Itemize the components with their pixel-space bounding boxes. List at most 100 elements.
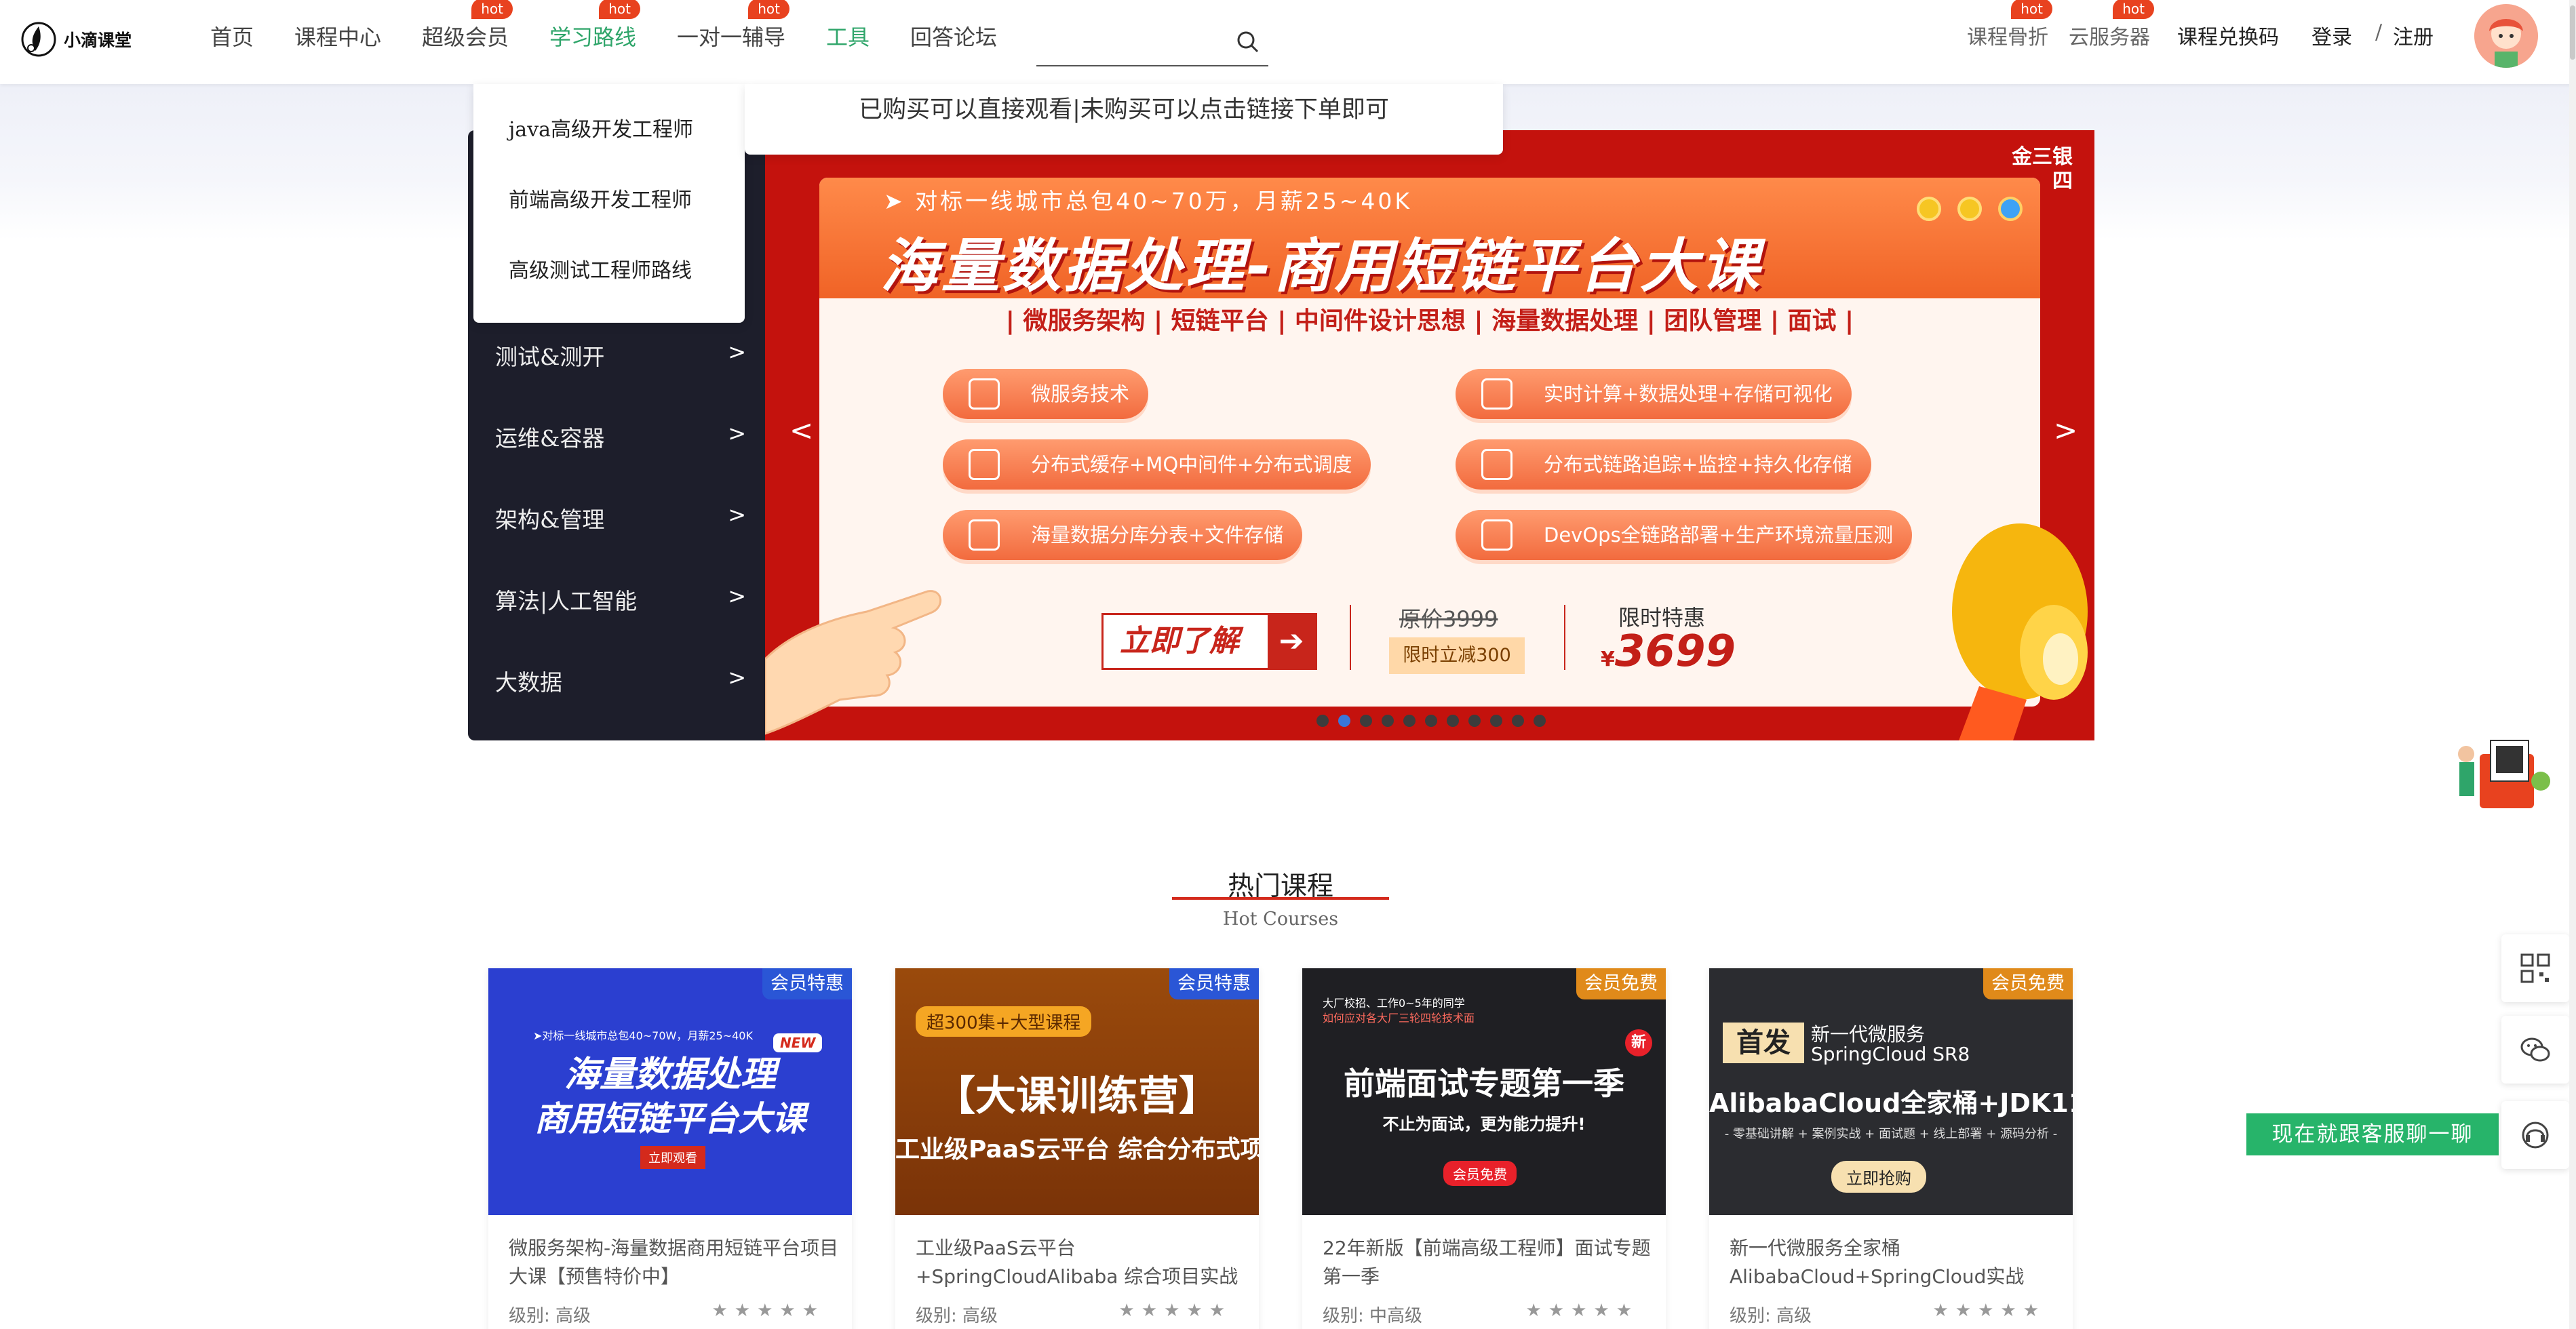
- carousel-dot[interactable]: [1534, 715, 1546, 727]
- login-link[interactable]: 登录: [2311, 20, 2352, 50]
- member-badge: 会员特惠: [1169, 968, 1259, 999]
- scrollbar-thumb[interactable]: [2570, 5, 2575, 60]
- course-thumbnail[interactable]: ➤对标一线城市总包40~70W，月薪25~40K NEW 海量数据处理 商用短链…: [488, 968, 852, 1215]
- thumb-subtitle: 工业级PaaS云平台 综合分布式项目: [895, 1136, 1259, 1164]
- thumb-caption: 大厂校招、工作0~5年的同学: [1323, 997, 1465, 1010]
- member-badge: 会员免费: [1576, 968, 1666, 999]
- course-title[interactable]: 22年新版【前端高级工程师】面试专题第一季: [1323, 1234, 1662, 1291]
- search-input[interactable]: [1036, 20, 1233, 61]
- course-thumbnail[interactable]: 首发 新一代微服务 SpringCloud SR8 AlibabaCloud全家…: [1709, 968, 2073, 1215]
- nav-forum[interactable]: 回答论坛: [910, 20, 997, 52]
- chevron-right-icon: >: [728, 664, 746, 690]
- carousel-dot[interactable]: [1490, 715, 1502, 727]
- category-item-testing[interactable]: 测试&测开 >: [495, 339, 746, 372]
- learn-more-button[interactable]: 立即了解 ➔: [1101, 613, 1317, 670]
- category-item-ops[interactable]: 运维&容器 >: [495, 420, 746, 453]
- headset-icon: [2522, 1122, 2549, 1149]
- thumb-title: 商用短链平台大课: [534, 1099, 806, 1138]
- hierarchy-icon: [969, 449, 1000, 480]
- carousel-next-button[interactable]: >: [2054, 414, 2077, 447]
- search-icon[interactable]: [1234, 28, 1262, 56]
- avatar[interactable]: [2474, 4, 2538, 68]
- page-scrollbar[interactable]: [2569, 0, 2576, 1329]
- course-card[interactable]: 首发 新一代微服务 SpringCloud SR8 AlibabaCloud全家…: [1709, 968, 2073, 1329]
- course-card[interactable]: 超300集+大型课程 【大课训练营】 工业级PaaS云平台 综合分布式项目 会员…: [895, 968, 1259, 1329]
- wechat-button[interactable]: [2501, 1016, 2569, 1084]
- link-redeem-code[interactable]: 课程兑换码: [2177, 20, 2279, 50]
- section-underline: [1172, 897, 1389, 900]
- sale-price: ¥3699: [1601, 627, 1736, 677]
- qr-code-button[interactable]: [2501, 934, 2569, 1002]
- pointing-hand-illustration: [765, 590, 942, 735]
- carousel-dot[interactable]: [1382, 715, 1394, 727]
- course-card[interactable]: 大厂校招、工作0~5年的同学 如何应对各大厂三轮四轮技术面 新 前端面试专题第一…: [1302, 968, 1666, 1329]
- course-level: 级别: 高级: [1730, 1306, 1812, 1326]
- course-title[interactable]: 工业级PaaS云平台+SpringCloudAlibaba 综合项目实战: [916, 1234, 1255, 1291]
- course-level: 级别: 高级: [916, 1306, 998, 1326]
- hot-badge: hot: [471, 0, 513, 19]
- section-subtitle: Hot Courses: [1222, 909, 1339, 930]
- hero-banner[interactable]: ➤ 对标一线城市总包40~70万，月薪25~40K 海量数据处理-商用短链平台大…: [765, 130, 2094, 740]
- feature-pill: DevOps全链路部署+生产环境流量压测: [1456, 510, 1912, 560]
- purchase-tip: 已购买可以直接观看|未购买可以点击链接下单即可: [745, 84, 1503, 155]
- chevron-right-icon: >: [728, 420, 746, 446]
- rating-stars: ★★★★★: [711, 1301, 825, 1321]
- course-card[interactable]: ➤对标一线城市总包40~70W，月薪25~40K NEW 海量数据处理 商用短链…: [488, 968, 852, 1329]
- nav-learning-path[interactable]: 学习路线 hot: [549, 0, 641, 52]
- course-title[interactable]: 微服务架构-海量数据商用短链平台项目大课【预售特价中】: [509, 1234, 848, 1291]
- dropdown-item-testing[interactable]: 高级测试工程师路线: [509, 254, 692, 283]
- nav-tutoring[interactable]: 一对一辅导 hot: [677, 0, 790, 52]
- thumb-caption: - 零基础讲解 + 案例实战 + 面试题 + 线上部署 + 源码分析 -: [1724, 1127, 2058, 1141]
- nav-home[interactable]: 首页: [210, 20, 254, 52]
- carousel-dot[interactable]: [1360, 715, 1372, 727]
- customer-service-button[interactable]: [2501, 1101, 2569, 1169]
- link-cloud-server[interactable]: 云服务器 hot: [2069, 0, 2154, 50]
- dropdown-item-java[interactable]: java高级开发工程师: [509, 113, 693, 142]
- thumb-buy-button: 立即抢购: [1831, 1161, 1926, 1193]
- register-link[interactable]: 注册: [2393, 20, 2434, 50]
- discount-badge: 限时立减300: [1389, 637, 1525, 674]
- category-item-bigdata[interactable]: 大数据 >: [495, 664, 746, 697]
- course-thumbnail[interactable]: 超300集+大型课程 【大课训练营】 工业级PaaS云平台 综合分布式项目 会员…: [895, 968, 1259, 1215]
- hot-badge: hot: [2011, 0, 2052, 19]
- carousel-dot[interactable]: [1425, 715, 1437, 727]
- first-release-badge: 首发: [1723, 1023, 1804, 1063]
- gear-icon: [1481, 519, 1513, 551]
- original-price: 原价3999: [1399, 606, 1498, 632]
- carousel-dot[interactable]: [1403, 715, 1416, 727]
- customer-service-chat-bar[interactable]: 现在就跟客服聊一聊: [2246, 1113, 2499, 1155]
- rating-stars: ★★★★★: [1932, 1301, 2046, 1321]
- thumb-title: 海量数据处理: [564, 1054, 776, 1095]
- feature-pill: 实时计算+数据处理+存储可视化: [1456, 369, 1852, 419]
- thumb-tag: 超300集+大型课程: [916, 1006, 1092, 1037]
- site-logo[interactable]: 小滴课堂: [20, 19, 132, 60]
- carousel-dot[interactable]: [1316, 715, 1329, 727]
- qr-code-icon: [2520, 953, 2550, 983]
- carousel-dot[interactable]: [1512, 715, 1524, 727]
- course-title[interactable]: 新一代微服务全家桶AlibabaCloud+SpringCloud实战: [1730, 1234, 2069, 1291]
- chevron-right-icon: >: [728, 583, 746, 609]
- thumb-caption: 如何应对各大厂三轮四轮技术面: [1323, 1012, 1475, 1025]
- learning-path-dropdown: java高级开发工程师 前端高级开发工程师 高级测试工程师路线: [473, 84, 745, 323]
- nav-super-vip[interactable]: 超级会员 hot: [422, 0, 513, 52]
- feature-pill: 海量数据分库分表+文件存储: [943, 510, 1303, 560]
- network-icon: [969, 378, 1000, 410]
- carousel-prev-button[interactable]: <: [789, 414, 813, 447]
- link-course-sale[interactable]: 课程骨折 hot: [1967, 0, 2052, 50]
- wechat-icon: [2520, 1037, 2550, 1062]
- category-item-architecture[interactable]: 架构&管理 >: [495, 502, 746, 534]
- promo-gift-illustration[interactable]: [2453, 727, 2552, 815]
- carousel-dot[interactable]: [1447, 715, 1459, 727]
- hot-badge: hot: [2113, 0, 2154, 19]
- divider: [1564, 605, 1565, 670]
- carousel-dots: [1316, 715, 1546, 727]
- logo-icon: [20, 21, 57, 58]
- member-badge: 会员免费: [1983, 968, 2073, 999]
- dropdown-item-frontend[interactable]: 前端高级开发工程师: [509, 183, 692, 213]
- nav-tools[interactable]: 工具: [826, 20, 870, 52]
- carousel-dot[interactable]: [1338, 715, 1350, 727]
- category-item-ai[interactable]: 算法|人工智能 >: [495, 583, 746, 616]
- nav-course-center[interactable]: 课程中心: [294, 20, 381, 52]
- carousel-dot[interactable]: [1468, 715, 1481, 727]
- course-thumbnail[interactable]: 大厂校招、工作0~5年的同学 如何应对各大厂三轮四轮技术面 新 前端面试专题第一…: [1302, 968, 1666, 1215]
